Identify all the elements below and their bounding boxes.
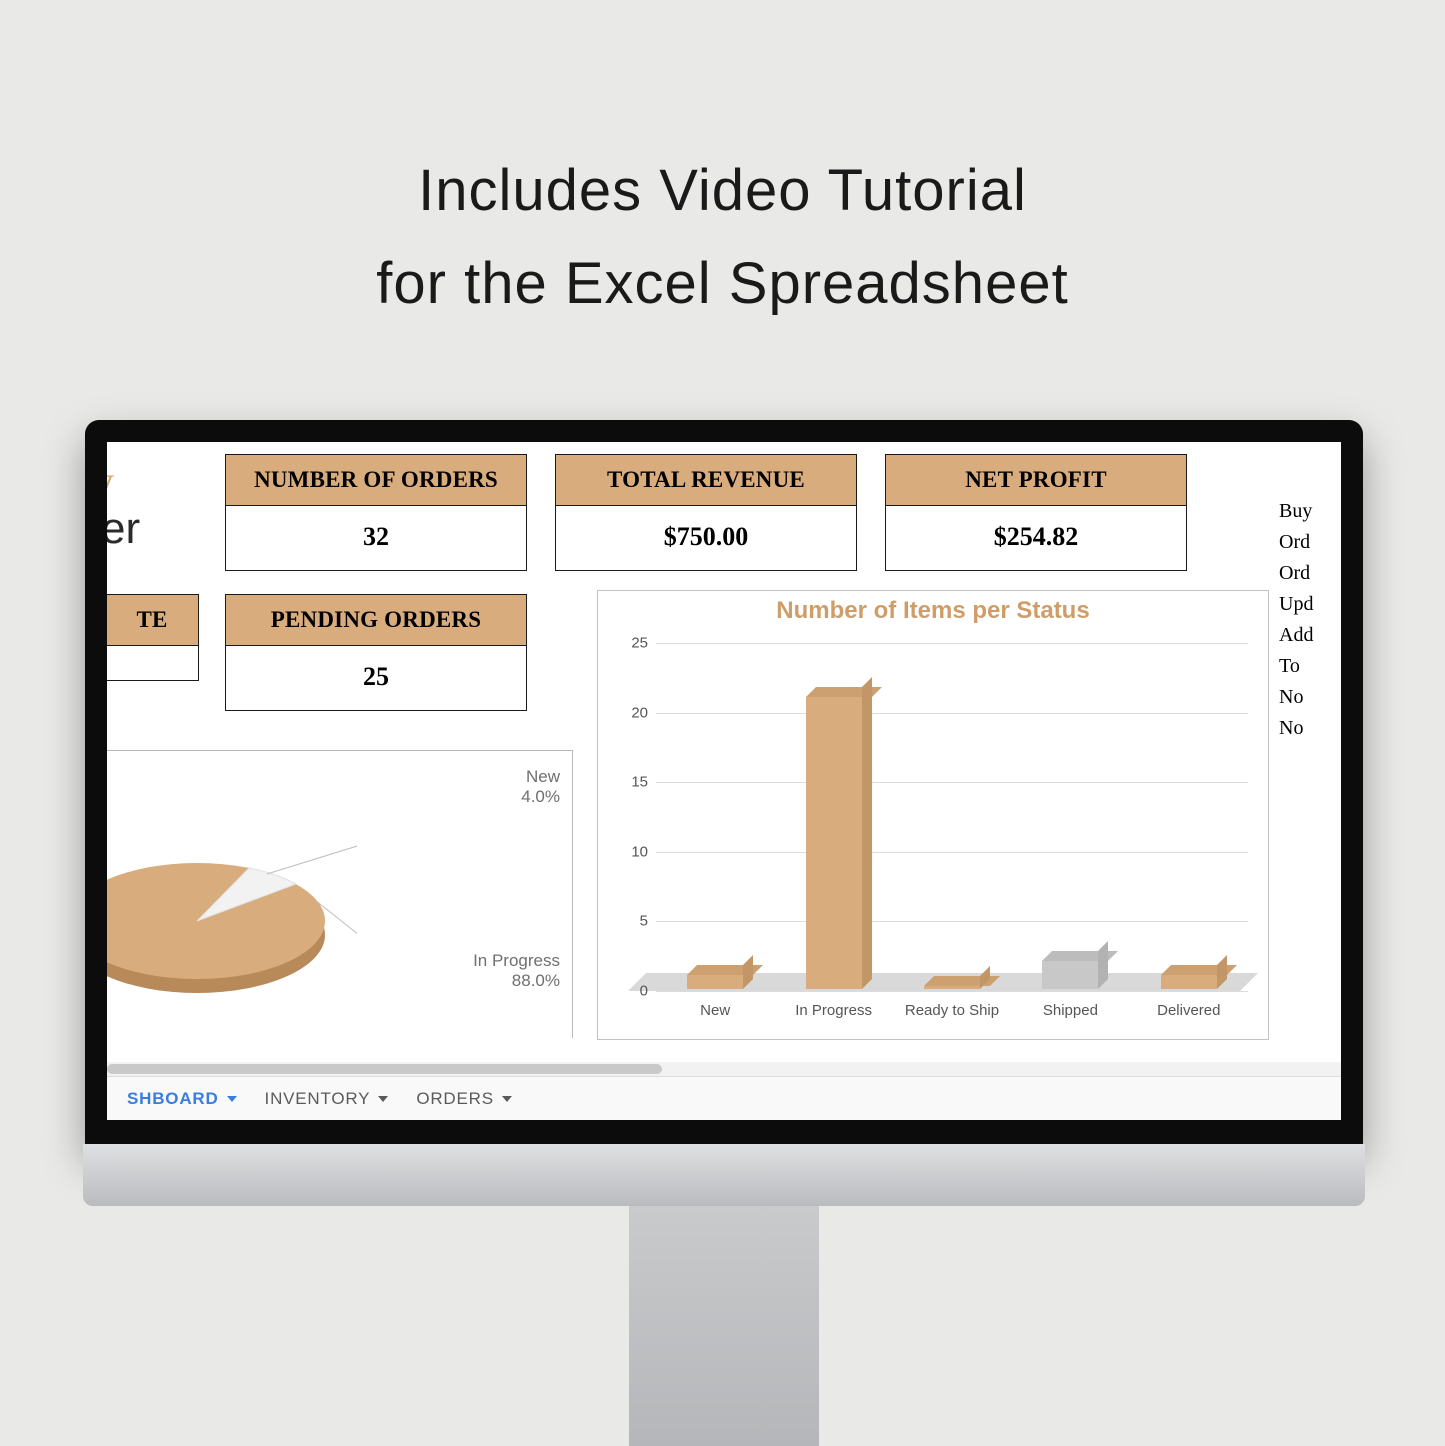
tab-label: SHBOARD <box>127 1089 219 1109</box>
tab-label: ORDERS <box>416 1089 494 1109</box>
y-tick-label: 20 <box>616 704 648 721</box>
kpi-value <box>107 646 198 680</box>
y-tick-label: 10 <box>616 843 648 860</box>
headline-line1: Includes Video Tutorial <box>0 145 1445 238</box>
bar-chart-plot: 0510152025NewIn ProgressReady to ShipShi… <box>656 643 1248 989</box>
scrollbar-thumb[interactable] <box>107 1064 662 1074</box>
bar-chart: Number of Items per Status 0510152025New… <box>597 590 1269 1040</box>
kpi-pending-orders: PENDING ORDERS 25 <box>225 594 527 711</box>
gridline <box>656 713 1248 714</box>
side-item: Add <box>1279 620 1341 651</box>
x-category-label: Ready to Ship <box>905 1002 999 1019</box>
pie-label-pct: 4.0% <box>521 787 560 807</box>
kpi-value: 25 <box>226 646 526 710</box>
side-item: Ord <box>1279 527 1341 558</box>
bar <box>687 975 743 989</box>
chevron-down-icon <box>502 1096 512 1102</box>
y-tick-label: 5 <box>616 913 648 930</box>
bar <box>806 697 862 989</box>
bar-chart-title: Number of Items per Status <box>598 597 1268 625</box>
pie-graphic <box>107 771 357 1031</box>
side-item: Buy <box>1279 496 1341 527</box>
y-tick-label: 0 <box>616 983 648 1000</box>
y-tick-label: 25 <box>616 635 648 652</box>
bar <box>924 986 980 989</box>
gridline <box>656 921 1248 922</box>
kpi-label: NET PROFIT <box>886 455 1186 506</box>
pie-label-text: In Progress <box>473 951 560 971</box>
kpi-label: TE <box>107 595 198 646</box>
headline-line2: for the Excel Spreadsheet <box>0 238 1445 331</box>
kpi-te-partial: TE <box>107 594 199 681</box>
kpi-label: NUMBER OF ORDERS <box>226 455 526 506</box>
tab-inventory[interactable]: INVENTORY <box>251 1089 403 1109</box>
side-item: No <box>1279 713 1341 744</box>
kpi-net-profit: NET PROFIT $254.82 <box>885 454 1187 571</box>
kpi-value: $750.00 <box>556 506 856 570</box>
tab-label: INVENTORY <box>265 1089 371 1109</box>
kpi-label: TOTAL REVENUE <box>556 455 856 506</box>
gridline <box>656 852 1248 853</box>
monitor-chin <box>83 1144 1365 1206</box>
chevron-down-icon <box>227 1096 237 1102</box>
monitor-bezel: tory cker NUMBER OF ORDERS 32 TOTAL REVE… <box>85 420 1363 1146</box>
pie-label-text: New <box>521 767 560 787</box>
kpi-total-revenue: TOTAL REVENUE $750.00 <box>555 454 857 571</box>
kpi-label: PENDING ORDERS <box>226 595 526 646</box>
marketing-headline: Includes Video Tutorial for the Excel Sp… <box>0 145 1445 331</box>
y-tick-label: 15 <box>616 774 648 791</box>
bar <box>1042 961 1098 989</box>
side-list-partial: Buy Ord Ord Upd Add To No No <box>1279 496 1341 744</box>
monitor-stand <box>629 1206 819 1446</box>
side-item: Ord <box>1279 558 1341 589</box>
side-item: To <box>1279 651 1341 682</box>
tab-dashboard[interactable]: SHBOARD <box>113 1089 251 1109</box>
monitor-mockup: tory cker NUMBER OF ORDERS 32 TOTAL REVE… <box>85 420 1363 1445</box>
x-category-label: Delivered <box>1157 1002 1220 1019</box>
gridline <box>656 991 1248 992</box>
pie-label-inprogress: In Progress 88.0% <box>473 951 560 990</box>
pie-label-new: New 4.0% <box>521 767 560 806</box>
x-category-label: In Progress <box>795 1002 872 1019</box>
bar <box>1161 975 1217 989</box>
gridline <box>656 643 1248 644</box>
tab-orders[interactable]: ORDERS <box>402 1089 526 1109</box>
spreadsheet-dashboard: tory cker NUMBER OF ORDERS 32 TOTAL REVE… <box>107 442 1341 1120</box>
chevron-down-icon <box>378 1096 388 1102</box>
x-category-label: Shipped <box>1043 1002 1098 1019</box>
screen: tory cker NUMBER OF ORDERS 32 TOTAL REVE… <box>107 442 1341 1120</box>
kpi-number-of-orders: NUMBER OF ORDERS 32 <box>225 454 527 571</box>
side-item: No <box>1279 682 1341 713</box>
x-category-label: New <box>700 1002 730 1019</box>
logo-script-partial: tory <box>107 456 114 507</box>
horizontal-scrollbar[interactable] <box>107 1062 1341 1076</box>
pie-chart: New 4.0% In Progress 88.0% <box>107 750 573 1038</box>
kpi-value: 32 <box>226 506 526 570</box>
gridline <box>656 782 1248 783</box>
side-item: Upd <box>1279 589 1341 620</box>
sheet-tabs: SHBOARD INVENTORY ORDERS <box>107 1076 1341 1120</box>
pie-label-pct: 88.0% <box>473 971 560 991</box>
logo-sub-partial: cker <box>107 504 140 554</box>
kpi-value: $254.82 <box>886 506 1186 570</box>
